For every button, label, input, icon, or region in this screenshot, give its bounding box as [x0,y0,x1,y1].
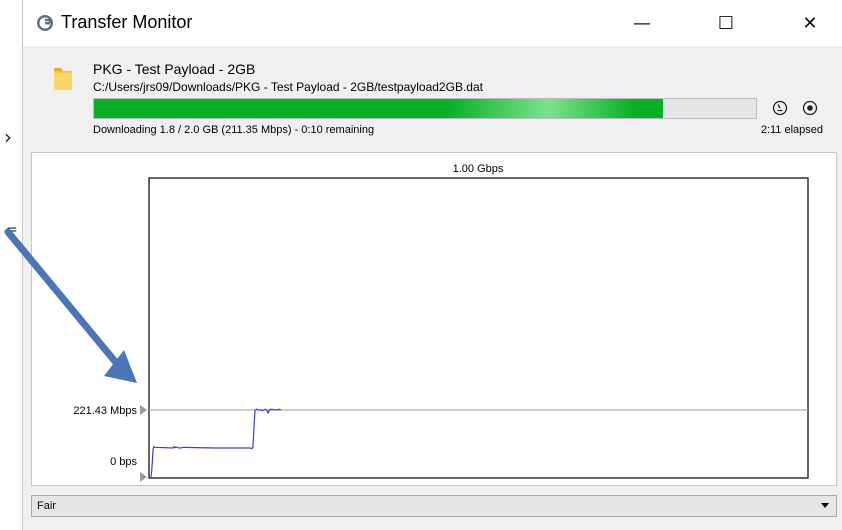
transfer-monitor-window: Transfer Monitor — ☐ ✕ PKG - Test Payloa… [22,0,842,530]
minimize-button[interactable]: — [619,0,665,46]
transfer-status: Downloading 1.8 / 2.0 GB (211.35 Mbps) -… [93,124,375,136]
folder-icon [54,68,72,90]
maximize-button[interactable]: ☐ [703,0,749,46]
current-rate-label: 221.43 Mbps [73,405,137,417]
progress-fill [94,99,664,118]
throughput-graph: 1.00 Gbps 221.43 Mbps 0 bps [73,163,809,482]
speed-limit-icon[interactable] [772,100,788,116]
transfer-app-icon [37,15,53,31]
throughput-graph-panel: 1.00 Gbps 221.43 Mbps 0 bps [31,152,837,486]
maximize-icon: ☐ [717,12,735,34]
background-app-strip: › = [0,0,20,530]
background-equals-glyph: = [6,222,18,238]
close-button[interactable]: ✕ [787,0,833,46]
chevron-down-icon [821,503,829,508]
close-icon: ✕ [802,12,818,34]
zero-label: 0 bps [110,456,137,468]
current-rate-marker [140,405,147,415]
minimize-icon: — [633,12,651,34]
elapsed-time: 2:11 elapsed [760,124,823,136]
graph-top-label: 1.00 Gbps [453,163,504,175]
transfer-path: C:/Users/jrs09/Downloads/PKG - Test Payl… [93,80,483,94]
plot-frame [148,177,809,479]
background-chevron-glyph: › [4,125,12,149]
priority-select-value: Fair [37,500,56,512]
priority-select[interactable]: Fair [31,495,837,517]
zero-marker [140,472,147,482]
window-title: Transfer Monitor [61,12,193,32]
title-bar[interactable]: Transfer Monitor — ☐ ✕ [23,0,842,46]
transfer-name: PKG - Test Payload - 2GB [93,61,256,77]
progress-bar [93,98,757,119]
record-icon[interactable] [802,100,818,116]
